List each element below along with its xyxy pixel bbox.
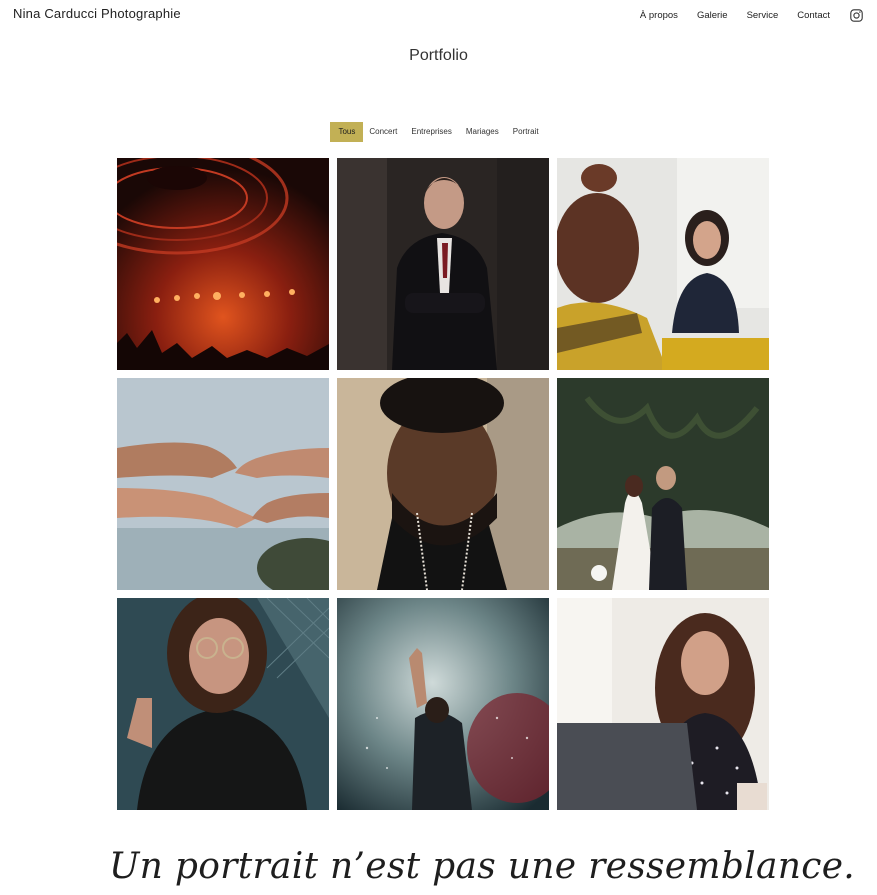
gallery-photo-performer[interactable] — [337, 598, 549, 810]
nav-link-about[interactable]: À propos — [640, 10, 678, 21]
gallery-photo-businessman[interactable] — [337, 158, 549, 370]
hero-quote: Un portrait n’est pas une ressemblance. — [109, 846, 856, 887]
gallery-title: Portfolio — [409, 47, 468, 64]
nav-link-contact[interactable]: Contact — [797, 10, 830, 21]
gallery-photo-concert[interactable] — [117, 158, 329, 370]
main-nav: À propos Galerie Service Contact — [621, 9, 863, 22]
gallery-photo-woman-glasses[interactable] — [117, 598, 329, 810]
gallery-photo-man-portrait[interactable] — [337, 378, 549, 590]
filter-portrait[interactable]: Portrait — [507, 122, 547, 142]
nav-link-gallery[interactable]: Galerie — [697, 10, 728, 21]
gallery-photo-hands[interactable] — [117, 378, 329, 590]
filter-entreprises[interactable]: Entreprises — [405, 122, 459, 142]
filter-concert[interactable]: Concert — [363, 122, 405, 142]
instagram-icon[interactable] — [850, 9, 863, 22]
filter-all[interactable]: Tous — [330, 122, 364, 142]
gallery-photo-woman-laptop[interactable] — [557, 598, 769, 810]
gallery-grid — [117, 158, 769, 810]
site-brand[interactable]: Nina Carducci Photographie — [13, 6, 181, 21]
filter-mariages[interactable]: Mariages — [460, 122, 507, 142]
gallery-photo-meeting[interactable] — [557, 158, 769, 370]
nav-link-service[interactable]: Service — [747, 10, 779, 21]
gallery-filters: Tous Concert Entreprises Mariages Portra… — [0, 122, 877, 142]
gallery-photo-wedding[interactable] — [557, 378, 769, 590]
